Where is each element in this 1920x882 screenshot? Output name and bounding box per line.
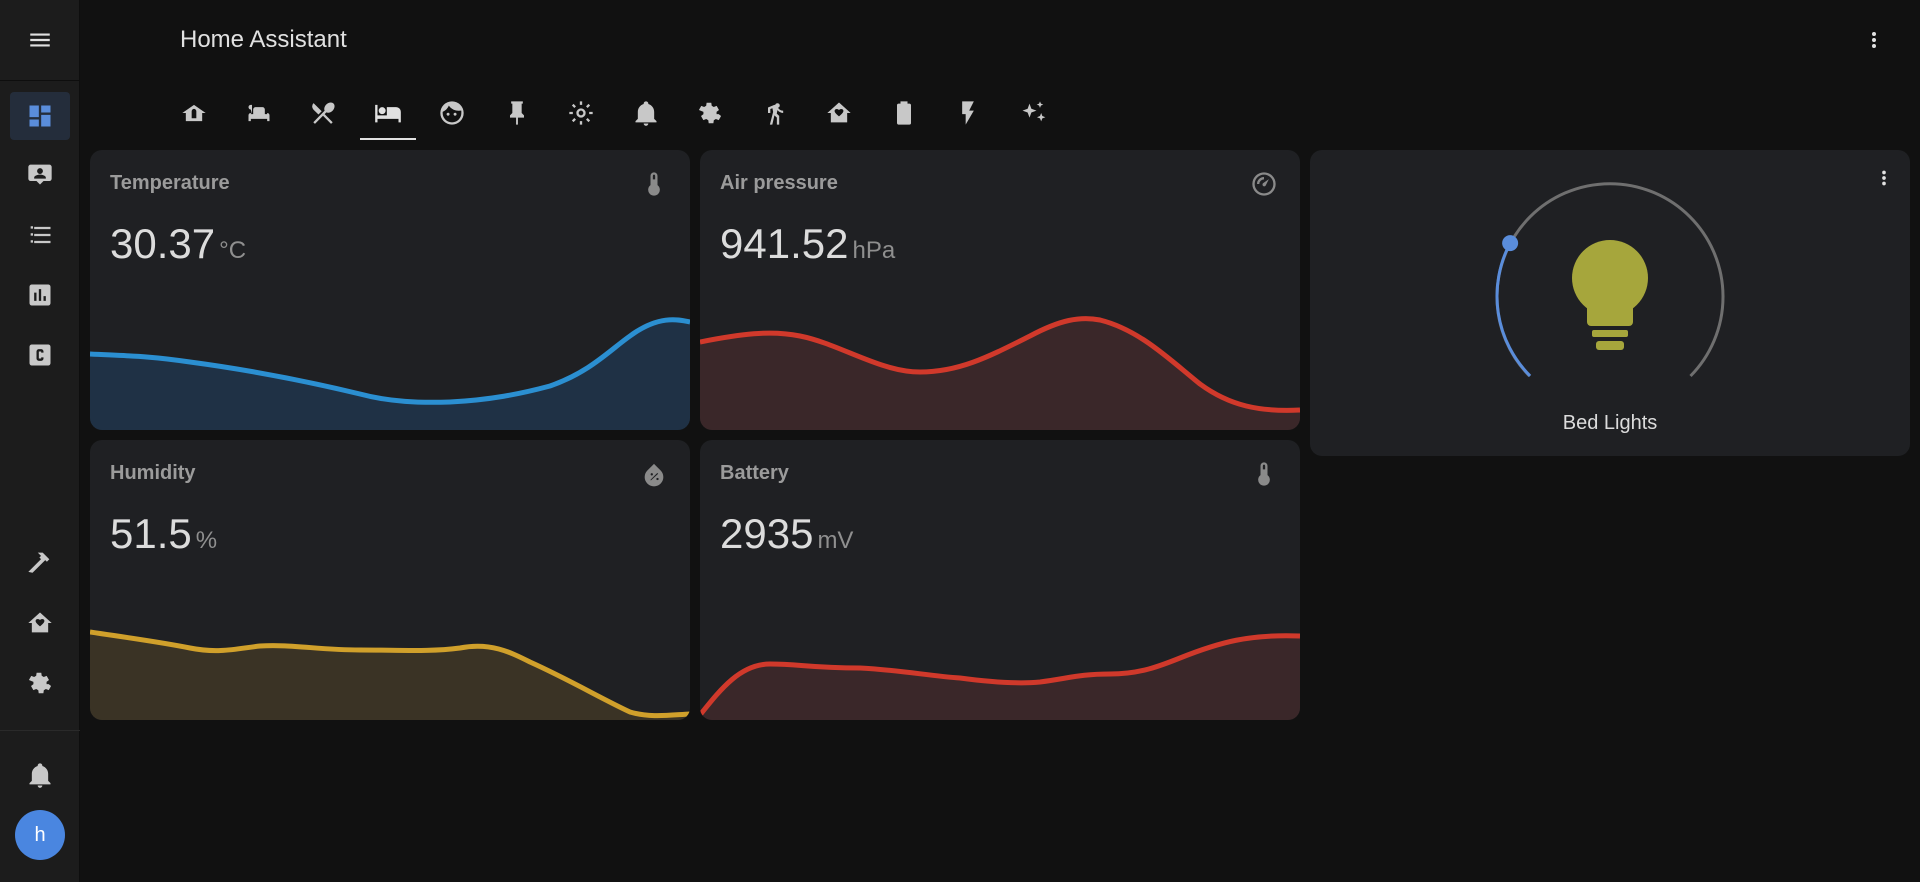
sparkline-graph — [700, 316, 1300, 430]
sparkles-icon — [1022, 101, 1046, 122]
bell-icon — [29, 763, 51, 788]
state-value: 51.5% — [110, 510, 218, 557]
dial-handle[interactable] — [1502, 235, 1519, 252]
home-heart-icon — [827, 102, 851, 123]
gauge-icon — [1250, 170, 1278, 198]
battery-card[interactable]: Battery 2935 mV — [700, 440, 1300, 720]
tab-brightness[interactable] — [549, 86, 614, 140]
tab-home-heart[interactable] — [807, 86, 872, 140]
cog-icon — [699, 102, 722, 124]
divider — [0, 730, 80, 731]
sidebar: h — [0, 0, 80, 882]
tab-pinned[interactable] — [485, 86, 550, 140]
dashboard-icon — [29, 105, 51, 127]
tab-automation[interactable] — [1001, 86, 1066, 140]
unit: °C — [219, 237, 247, 264]
sidebar-item-settings[interactable] — [10, 659, 70, 707]
alpha-c-box-icon — [29, 344, 51, 366]
home-roof-icon — [182, 104, 206, 122]
menu-icon[interactable] — [20, 22, 60, 58]
sparkline-graph — [90, 317, 690, 430]
water-percent-icon — [640, 460, 668, 488]
hammer-icon — [28, 552, 50, 573]
sparkline-graph — [700, 633, 1300, 720]
sidebar-item-notifications[interactable] — [10, 751, 70, 799]
brightness-dial[interactable] — [1310, 150, 1910, 410]
silverware-icon — [312, 102, 335, 124]
flash-icon — [962, 101, 975, 125]
unit: % — [195, 527, 218, 554]
more-vert-icon[interactable] — [1862, 22, 1886, 58]
thermometer-icon — [1250, 460, 1278, 488]
state-value: 30.37 °C — [110, 220, 247, 267]
brightness-icon — [569, 101, 593, 125]
thermometer-icon — [640, 170, 668, 198]
sidebar-item-logbook[interactable] — [10, 211, 70, 259]
tab-living-room[interactable] — [227, 86, 292, 140]
card-title: Battery — [720, 462, 789, 484]
format-list-icon — [30, 226, 51, 244]
walk-icon — [767, 103, 783, 125]
card-title: Air pressure — [720, 172, 838, 194]
sofa-icon — [248, 104, 270, 122]
tab-bedroom[interactable] — [356, 86, 421, 140]
sidebar-item-developer-tools[interactable] — [10, 539, 70, 587]
temperature-card[interactable]: Temperature 30.37 °C — [90, 150, 690, 430]
tab-battery[interactable] — [872, 86, 937, 140]
lightbulb-icon[interactable] — [1572, 240, 1648, 350]
humidity-card[interactable]: Humidity 51.5% — [90, 440, 690, 720]
sidebar-item-overview[interactable] — [10, 92, 70, 140]
bed-icon — [374, 104, 401, 123]
state-value: 2935 mV — [720, 510, 854, 557]
tab-presence[interactable] — [743, 86, 808, 140]
light-card: Bed Lights — [1310, 150, 1910, 456]
avatar[interactable]: h — [15, 810, 65, 860]
account-box-icon — [28, 164, 52, 185]
pin-icon — [509, 101, 524, 125]
gear-icon — [28, 672, 52, 694]
state-value: 941.52 hPa — [720, 220, 896, 267]
sidebar-item-custom[interactable] — [10, 331, 70, 379]
bell-icon — [635, 101, 657, 126]
unit: hPa — [852, 237, 896, 264]
sparkline-graph — [90, 629, 690, 720]
sidebar-item-map[interactable] — [10, 150, 70, 198]
tab-energy[interactable] — [936, 86, 1001, 140]
tab-settings[interactable] — [678, 86, 743, 140]
light-name: Bed Lights — [1562, 412, 1658, 434]
sidebar-item-history[interactable] — [10, 271, 70, 319]
battery-icon — [896, 101, 911, 125]
view-tabs — [162, 86, 1065, 142]
tab-notifications[interactable] — [614, 86, 679, 140]
tab-home[interactable] — [162, 86, 227, 140]
tab-kitchen[interactable] — [291, 86, 356, 140]
unit: mV — [817, 527, 854, 554]
divider — [0, 80, 80, 81]
tab-kids[interactable] — [420, 86, 485, 140]
sidebar-item-hacs[interactable] — [10, 599, 70, 647]
card-title: Humidity — [110, 462, 196, 484]
face-icon — [440, 101, 464, 125]
air-pressure-card[interactable]: Air pressure 941.52 hPa — [700, 150, 1300, 430]
home-heart-icon — [28, 612, 52, 633]
card-title: Temperature — [110, 172, 230, 194]
page-title: Home Assistant — [180, 26, 347, 53]
chart-box-icon — [29, 284, 51, 306]
